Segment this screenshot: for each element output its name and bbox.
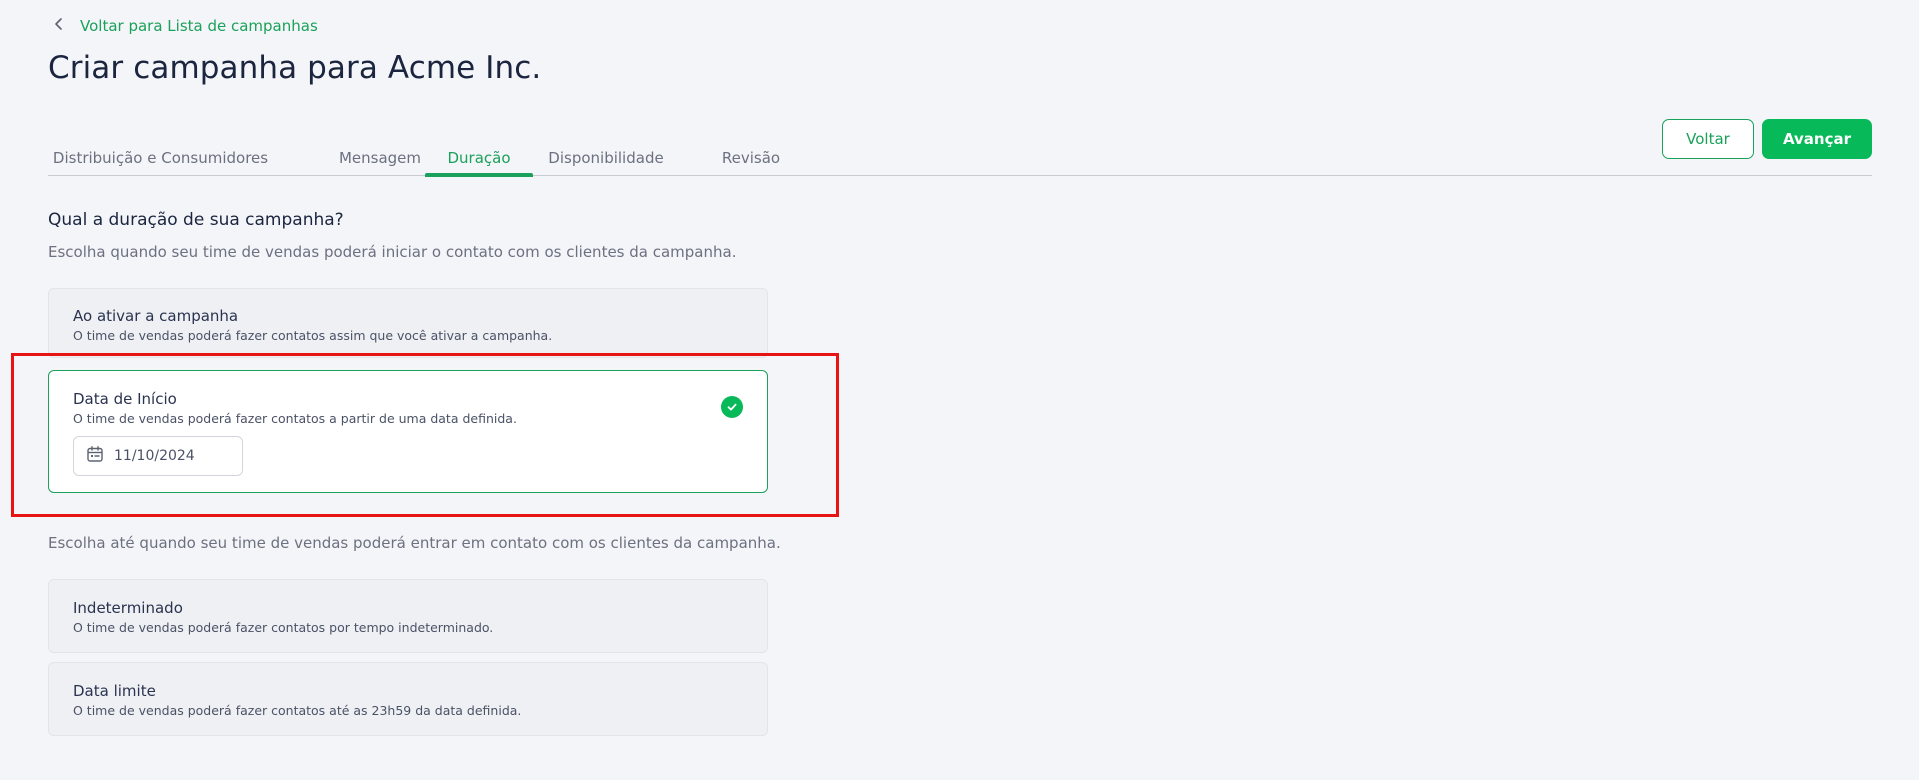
- option-title: Indeterminado: [73, 599, 183, 617]
- next-button[interactable]: Avançar: [1762, 119, 1872, 159]
- option-description: O time de vendas poderá fazer contatos a…: [73, 328, 553, 343]
- check-circle-icon: [721, 396, 743, 418]
- start-date-value: 11/10/2024: [114, 448, 195, 464]
- end-option-deadline[interactable]: Data limite O time de vendas poderá faze…: [48, 662, 768, 736]
- option-description: O time de vendas poderá fazer contatos a…: [73, 411, 517, 426]
- page-title: Criar campanha para Acme Inc.: [48, 50, 542, 86]
- tab-duration[interactable]: Duração: [425, 136, 533, 177]
- tab-distribution[interactable]: Distribuição e Consumidores: [48, 136, 273, 176]
- option-description: O time de vendas poderá fazer contatos a…: [73, 703, 522, 718]
- duration-question: Qual a duração de sua campanha?: [48, 210, 344, 230]
- end-option-indeterminate[interactable]: Indeterminado O time de vendas poderá fa…: [48, 579, 768, 653]
- back-button[interactable]: Voltar: [1662, 119, 1754, 159]
- option-title: Data de Início: [73, 390, 177, 408]
- tab-availability[interactable]: Disponibilidade: [541, 136, 671, 176]
- back-link-label: Voltar para Lista de campanhas: [80, 17, 318, 35]
- calendar-icon: [86, 445, 104, 467]
- start-option-start-date[interactable]: Data de Início O time de vendas poderá f…: [48, 370, 768, 493]
- step-tabs: Distribuição e Consumidores Mensagem Dur…: [48, 136, 1872, 177]
- tab-review[interactable]: Revisão: [701, 136, 801, 176]
- back-to-campaigns-link[interactable]: Voltar para Lista de campanhas: [52, 17, 318, 35]
- end-hint: Escolha até quando seu time de vendas po…: [48, 534, 781, 552]
- page: Voltar para Lista de campanhas Criar cam…: [0, 0, 1919, 780]
- option-description: O time de vendas poderá fazer contatos p…: [73, 620, 494, 635]
- option-title: Data limite: [73, 682, 156, 700]
- chevron-left-icon: [52, 17, 66, 35]
- option-title: Ao ativar a campanha: [73, 307, 239, 325]
- start-option-on-activation[interactable]: Ao ativar a campanha O time de vendas po…: [48, 288, 768, 358]
- start-hint: Escolha quando seu time de vendas poderá…: [48, 243, 737, 261]
- start-date-input[interactable]: 11/10/2024: [73, 436, 243, 476]
